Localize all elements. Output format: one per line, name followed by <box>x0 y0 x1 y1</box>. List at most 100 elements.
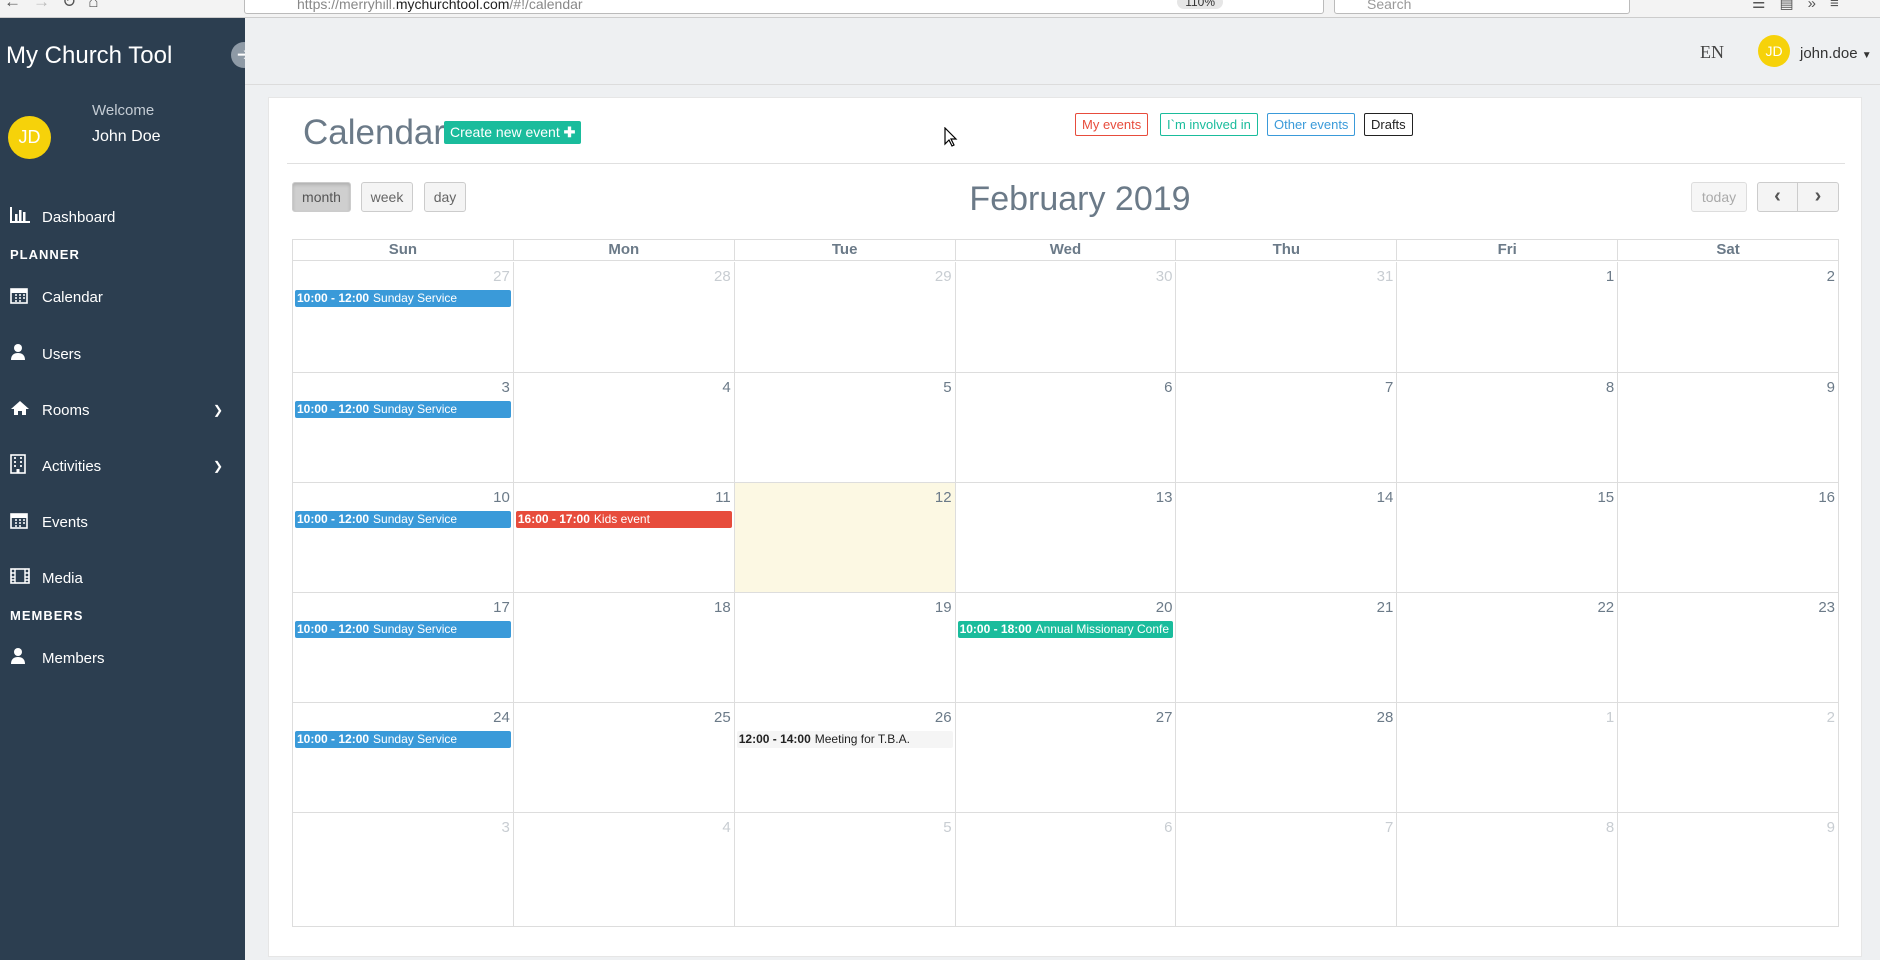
day-number[interactable]: 20 <box>1156 599 1173 616</box>
calendar-day[interactable]: 9 <box>1618 373 1838 482</box>
day-number[interactable]: 4 <box>722 379 730 396</box>
calendar-day[interactable]: 6 <box>956 813 1177 926</box>
sidebar-item-media[interactable]: Media <box>0 558 245 598</box>
day-number[interactable]: 1 <box>1606 268 1614 285</box>
day-number[interactable]: 30 <box>1156 268 1173 285</box>
calendar-day[interactable]: 20 10:00 - 18:00 Annual Missionary Confe <box>956 593 1177 702</box>
calendar-event[interactable]: 10:00 - 18:00 Annual Missionary Confe <box>957 621 1174 638</box>
calendar-day[interactable]: 3 <box>293 813 514 926</box>
forward-icon[interactable]: → <box>33 0 50 14</box>
day-number[interactable]: 9 <box>1827 379 1835 396</box>
filter-other-events[interactable]: Other events <box>1267 113 1356 136</box>
day-number[interactable]: 11 <box>715 489 731 506</box>
next-month-button[interactable]: › <box>1798 182 1839 212</box>
day-number[interactable]: 19 <box>935 599 952 616</box>
sidebar-item-users[interactable]: Users <box>0 334 245 374</box>
chevron-down-icon[interactable]: ❯ <box>213 403 245 417</box>
calendar-day[interactable]: 5 <box>735 813 956 926</box>
browser-search-input[interactable]: Search <box>1334 0 1630 14</box>
day-number[interactable]: 21 <box>1377 599 1394 616</box>
day-number[interactable]: 3 <box>502 819 510 836</box>
day-number[interactable]: 6 <box>1164 379 1172 396</box>
calendar-day[interactable]: 28 <box>1176 703 1398 812</box>
library-icon[interactable]: ☰ <box>1752 0 1779 12</box>
calendar-day[interactable]: 28 <box>514 262 735 372</box>
calendar-event[interactable]: 10:00 - 12:00 Sunday Service <box>295 511 511 528</box>
day-number[interactable]: 26 <box>935 709 952 726</box>
chevron-down-icon[interactable]: ❯ <box>213 459 245 473</box>
filter-involved[interactable]: I`m involved in <box>1160 113 1258 136</box>
calendar-day[interactable]: 10 10:00 - 12:00 Sunday Service <box>293 483 514 592</box>
calendar-event[interactable]: 16:00 - 17:00 Kids event <box>515 511 732 528</box>
calendar-day[interactable]: 15 <box>1397 483 1619 592</box>
calendar-day[interactable]: 14 <box>1176 483 1398 592</box>
calendar-day[interactable]: 7 <box>1176 373 1398 482</box>
day-number[interactable]: 4 <box>722 819 730 836</box>
back-icon[interactable]: ← <box>4 0 21 14</box>
day-number[interactable]: 27 <box>493 268 510 285</box>
menu-icon[interactable]: ≡ <box>1830 0 1853 12</box>
sidebar-item-dashboard[interactable]: Dashboard <box>0 197 245 237</box>
prev-month-button[interactable]: ‹ <box>1757 182 1798 212</box>
sidebar-item-events[interactable]: Events <box>0 502 245 542</box>
today-button[interactable]: today <box>1691 182 1747 212</box>
calendar-day[interactable]: 2 <box>1618 262 1838 372</box>
day-number[interactable]: 16 <box>1818 489 1835 506</box>
calendar-day[interactable]: 31 <box>1176 262 1398 372</box>
reload-icon[interactable]: ↻ <box>62 0 76 14</box>
calendar-day[interactable]: 26 12:00 - 14:00 Meeting for T.B.A. <box>735 703 956 812</box>
day-number[interactable]: 12 <box>935 489 952 506</box>
calendar-day[interactable]: 13 <box>956 483 1177 592</box>
view-week-button[interactable]: week <box>361 182 413 212</box>
calendar-day[interactable]: 25 <box>514 703 735 812</box>
filter-my-events[interactable]: My events <box>1075 113 1149 136</box>
calendar-day[interactable]: 18 <box>514 593 735 702</box>
day-number[interactable]: 6 <box>1164 819 1172 836</box>
calendar-day[interactable]: 1 <box>1397 703 1619 812</box>
day-number[interactable]: 13 <box>1156 489 1173 506</box>
calendar-day[interactable]: 27 10:00 - 12:00 Sunday Service <box>293 262 514 372</box>
calendar-day[interactable]: 4 <box>514 813 735 926</box>
zoom-level[interactable]: 110% <box>1177 0 1223 9</box>
calendar-day[interactable]: 23 <box>1618 593 1838 702</box>
day-number[interactable]: 3 <box>502 379 510 396</box>
day-number[interactable]: 2 <box>1827 709 1835 726</box>
url-bar[interactable]: https://merryhill.mychurchtool.com/#!/ca… <box>244 0 1324 14</box>
calendar-day[interactable]: 4 <box>514 373 735 482</box>
day-number[interactable]: 22 <box>1597 599 1614 616</box>
calendar-day[interactable]: 19 <box>735 593 956 702</box>
filter-drafts[interactable]: Drafts <box>1364 113 1413 136</box>
calendar-day[interactable]: 7 <box>1176 813 1398 926</box>
calendar-event[interactable]: 10:00 - 12:00 Sunday Service <box>295 621 511 638</box>
day-number[interactable]: 15 <box>1597 489 1614 506</box>
calendar-event[interactable]: 10:00 - 12:00 Sunday Service <box>295 401 511 418</box>
day-number[interactable]: 18 <box>714 599 731 616</box>
create-event-button[interactable]: Create new event ✚ <box>444 121 582 144</box>
calendar-day[interactable]: 8 <box>1397 813 1619 926</box>
brand-title[interactable]: My Church Tool <box>6 42 172 70</box>
day-number[interactable]: 23 <box>1818 599 1835 616</box>
sidebar-item-rooms[interactable]: Rooms ❯ <box>0 390 245 430</box>
calendar-day[interactable]: 6 <box>956 373 1177 482</box>
day-number[interactable]: 14 <box>1377 489 1394 506</box>
language-selector[interactable]: EN <box>1700 42 1724 63</box>
calendar-day[interactable]: 17 10:00 - 12:00 Sunday Service <box>293 593 514 702</box>
day-number[interactable]: 9 <box>1827 819 1835 836</box>
view-day-button[interactable]: day <box>424 182 466 212</box>
avatar[interactable]: JD <box>1758 35 1790 67</box>
calendar-event[interactable]: 10:00 - 12:00 Sunday Service <box>295 290 511 307</box>
day-number[interactable]: 28 <box>1377 709 1394 726</box>
calendar-day[interactable]: 16 <box>1618 483 1838 592</box>
calendar-day[interactable]: 9 <box>1618 813 1838 926</box>
calendar-day[interactable]: 3 10:00 - 12:00 Sunday Service <box>293 373 514 482</box>
sidebar-item-members[interactable]: Members <box>0 638 245 678</box>
calendar-event[interactable]: 10:00 - 12:00 Sunday Service <box>295 731 511 748</box>
calendar-day[interactable]: 21 <box>1176 593 1398 702</box>
calendar-day[interactable]: 11 16:00 - 17:00 Kids event <box>514 483 735 592</box>
calendar-day[interactable]: 1 <box>1397 262 1619 372</box>
day-number[interactable]: 17 <box>493 599 510 616</box>
day-number[interactable]: 7 <box>1385 379 1393 396</box>
day-number[interactable]: 27 <box>1156 709 1173 726</box>
day-number[interactable]: 24 <box>493 709 510 726</box>
user-menu[interactable]: john.doe ▼ <box>1800 45 1872 62</box>
